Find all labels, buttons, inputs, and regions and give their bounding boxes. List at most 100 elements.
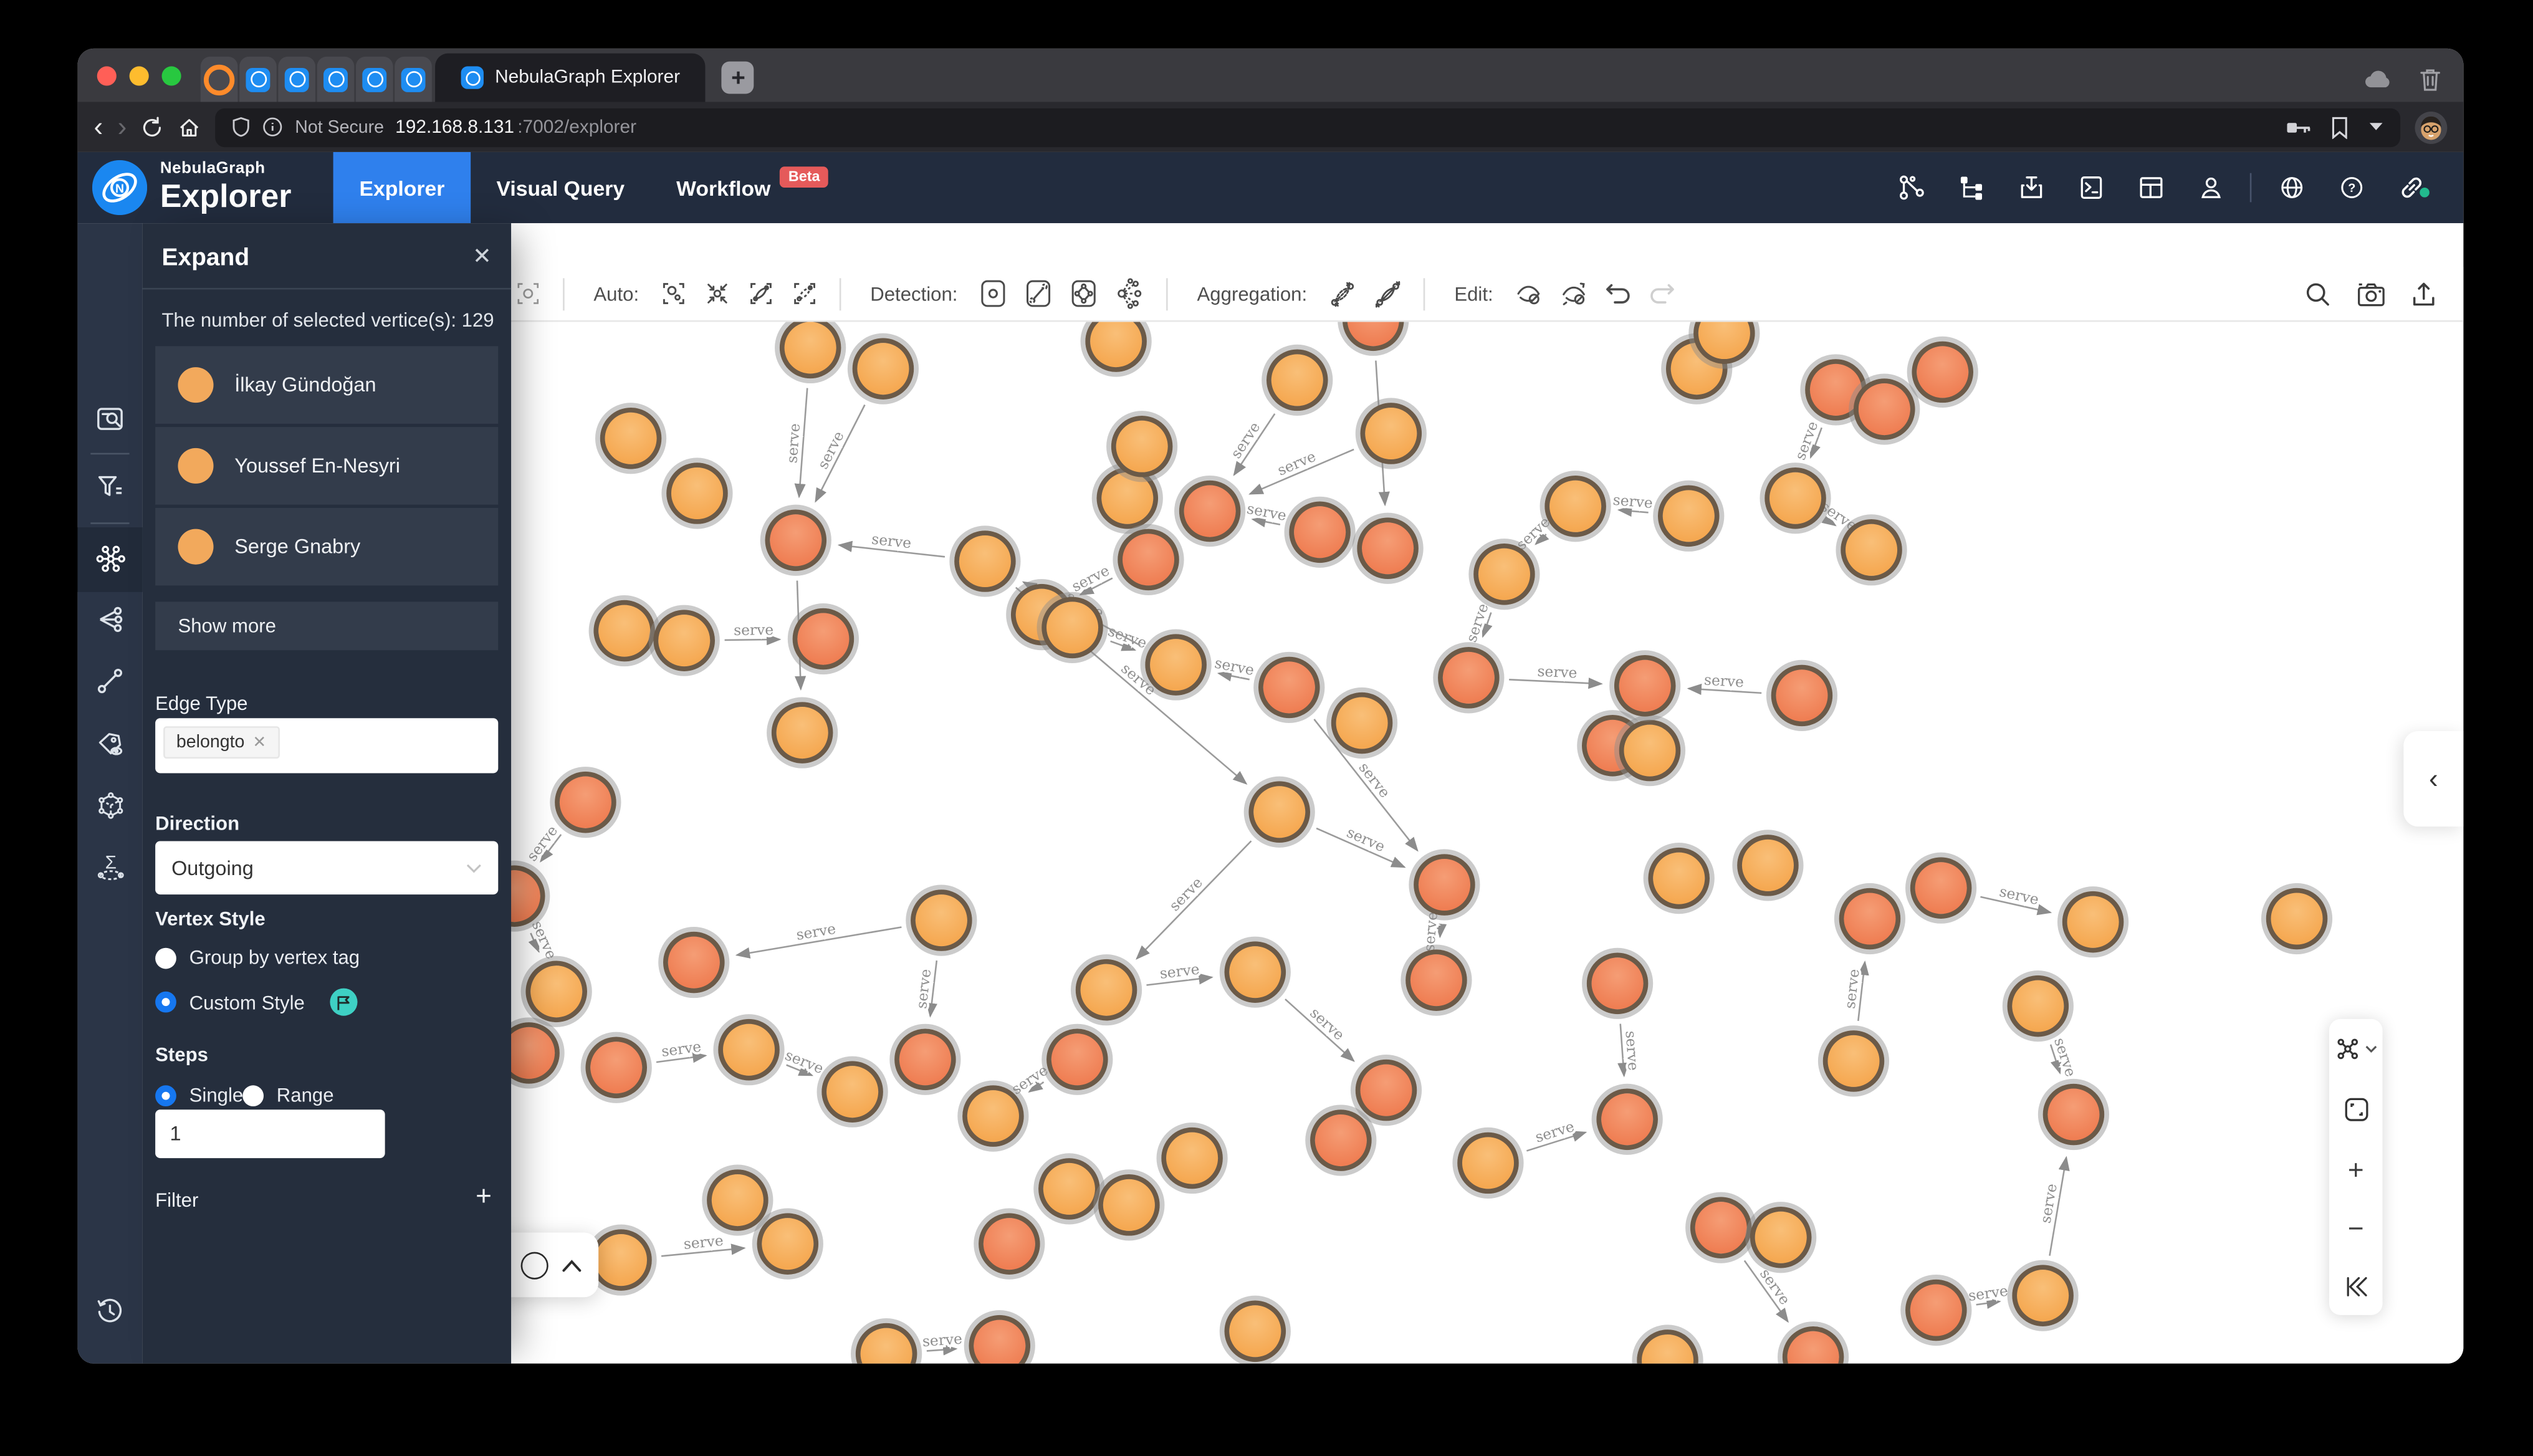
pinned-tab[interactable] xyxy=(355,56,393,102)
forward-button[interactable]: › xyxy=(118,113,127,141)
search-graph-icon[interactable] xyxy=(78,388,143,450)
remove-tag-icon[interactable]: ✕ xyxy=(252,734,266,752)
orange-logo-icon xyxy=(203,64,235,95)
vertex-list-item[interactable]: Serge Gnabry xyxy=(155,507,499,586)
style-flag-icon[interactable] xyxy=(330,988,358,1016)
user-icon[interactable] xyxy=(2180,173,2240,203)
app-header: N NebulaGraph Explorer Explorer Visual Q… xyxy=(77,151,2464,224)
export-icon[interactable] xyxy=(2410,279,2438,309)
nav-tab-explorer[interactable]: Explorer xyxy=(333,151,471,224)
search-icon[interactable] xyxy=(2303,279,2332,309)
graph-edge[interactable] xyxy=(1435,923,1447,939)
svg-text:N: N xyxy=(115,182,124,196)
screenshot-camera-icon[interactable] xyxy=(2355,280,2387,307)
settings-sliders-icon[interactable] xyxy=(78,1351,143,1364)
graph-edge[interactable] xyxy=(1136,840,1252,960)
link-status-icon[interactable] xyxy=(2381,173,2441,203)
zoom-in-button[interactable]: + xyxy=(2348,1156,2364,1183)
help-icon[interactable]: ? xyxy=(2321,173,2381,203)
edge-type-input[interactable]: belongto ✕ xyxy=(155,718,499,774)
zoom-out-button[interactable]: − xyxy=(2348,1215,2364,1243)
console-icon[interactable] xyxy=(2061,173,2120,203)
edge-label: serve xyxy=(1513,513,1554,553)
cloud-sync-icon[interactable] xyxy=(2365,70,2394,91)
pinned-tab[interactable] xyxy=(317,56,355,102)
pinned-tab[interactable] xyxy=(239,56,277,102)
cube-tool-icon[interactable] xyxy=(78,775,143,836)
filter-icon[interactable] xyxy=(78,456,143,518)
user-avatar[interactable] xyxy=(2415,110,2448,143)
redo-icon[interactable] xyxy=(1649,282,1676,306)
schema-graph-icon[interactable] xyxy=(1881,173,1941,203)
info-icon[interactable] xyxy=(262,117,284,138)
active-tab[interactable]: NebulaGraph Explorer xyxy=(435,53,706,102)
edge-type-chip[interactable]: belongto ✕ xyxy=(163,726,279,759)
address-bar[interactable]: Not Secure 192.168.8.131:7002/explorer xyxy=(216,107,2401,146)
direction-select[interactable]: Outgoing xyxy=(155,841,499,895)
graph-edge[interactable] xyxy=(724,634,782,646)
chevron-down-icon[interactable] xyxy=(2368,122,2384,133)
radio-range[interactable]: Range xyxy=(242,1084,334,1106)
show-icon[interactable] xyxy=(1559,279,1589,309)
steps-value-input[interactable]: 1 xyxy=(155,1109,385,1159)
detect-path-icon[interactable] xyxy=(1024,278,1053,309)
history-icon[interactable] xyxy=(78,1281,143,1343)
expand-tool-icon[interactable] xyxy=(78,527,143,589)
nav-tab-visual-query[interactable]: Visual Query xyxy=(471,152,651,223)
graph-edge[interactable] xyxy=(1015,587,1248,785)
statistics-icon[interactable]: Σ xyxy=(78,836,143,898)
tool-sidebar: Σ ? xyxy=(77,223,143,1364)
common-neighbor-icon[interactable] xyxy=(78,589,143,651)
expand-edges-icon[interactable] xyxy=(1374,279,1403,309)
partial-tool-icon[interactable] xyxy=(514,280,542,307)
password-key-icon[interactable] xyxy=(2286,119,2312,135)
detect-loop-icon[interactable] xyxy=(1070,278,1099,309)
vertex-list-item[interactable]: Youssef En-Nesyri xyxy=(155,427,499,505)
tag-visibility-icon[interactable] xyxy=(78,713,143,775)
undo-icon[interactable] xyxy=(1605,282,1632,306)
edge-tool-icon[interactable] xyxy=(78,650,143,712)
radio-custom-style[interactable]: Custom Style xyxy=(155,988,358,1016)
edge-label: serve xyxy=(1213,654,1255,679)
graph-canvas[interactable]: serve serve serve serve serve serve serve serve… xyxy=(466,223,2464,1364)
close-icon[interactable]: ✕ xyxy=(467,241,497,271)
tree-view-icon[interactable] xyxy=(1941,173,2001,203)
import-data-icon[interactable] xyxy=(2001,173,2061,203)
new-tab-button[interactable]: + xyxy=(722,61,755,94)
auto-select-vertex-icon[interactable] xyxy=(660,280,687,307)
brand-name: NebulaGraph xyxy=(160,160,266,178)
zoom-window-button[interactable] xyxy=(161,65,181,85)
layout-mode-button[interactable] xyxy=(2334,1035,2378,1063)
right-panel-toggle[interactable]: ‹ xyxy=(2403,730,2464,827)
aggregate-edges-icon[interactable] xyxy=(1328,279,1357,309)
bookmark-icon[interactable] xyxy=(2331,116,2349,138)
pinned-tab[interactable] xyxy=(278,56,316,102)
home-button[interactable] xyxy=(178,116,201,138)
main-nav: Explorer Visual Query Workflow Beta xyxy=(333,151,854,224)
collapse-left-button[interactable] xyxy=(2343,1275,2369,1299)
add-filter-button[interactable]: + xyxy=(476,1181,492,1213)
hide-icon[interactable] xyxy=(1514,279,1543,309)
reload-button[interactable] xyxy=(141,116,164,138)
vertex-list-item[interactable]: İlkay Gündoğan xyxy=(155,346,499,424)
language-globe-icon[interactable] xyxy=(2261,173,2321,203)
nav-tab-workflow[interactable]: Workflow Beta xyxy=(651,152,854,223)
fit-view-button[interactable] xyxy=(2341,1094,2370,1124)
auto-edge-dashed-icon[interactable] xyxy=(791,280,818,307)
minimize-window-button[interactable] xyxy=(129,65,149,85)
close-window-button[interactable] xyxy=(97,65,117,85)
window-controls xyxy=(78,49,198,102)
pinned-tab[interactable] xyxy=(395,56,432,102)
pinned-tab[interactable] xyxy=(200,56,238,102)
radio-group-by-tag[interactable]: Group by vertex tag xyxy=(155,946,360,969)
table-layout-icon[interactable] xyxy=(2120,173,2180,203)
shield-icon[interactable] xyxy=(232,117,251,138)
trash-icon[interactable] xyxy=(2420,68,2441,92)
auto-edge-icon[interactable] xyxy=(747,280,775,307)
back-button[interactable]: ‹ xyxy=(94,113,103,141)
auto-converge-icon[interactable] xyxy=(704,280,731,307)
show-more-button[interactable]: Show more xyxy=(155,601,499,651)
radio-single[interactable]: Single xyxy=(155,1084,243,1106)
detect-neighbors-icon[interactable] xyxy=(1114,278,1145,309)
detect-vertex-icon[interactable] xyxy=(979,278,1008,309)
